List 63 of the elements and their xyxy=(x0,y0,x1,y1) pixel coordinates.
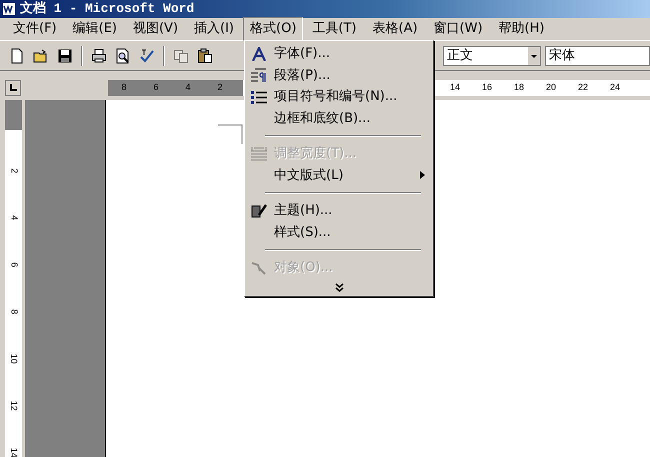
text-boundary-mark xyxy=(218,124,243,144)
ruler-margin-shade xyxy=(5,100,22,130)
paragraph-icon xyxy=(251,68,267,82)
ruler-number: 2 xyxy=(216,81,224,94)
caret-icon xyxy=(528,46,540,64)
adjust-width-icon xyxy=(251,146,267,162)
spelling-check-icon xyxy=(138,48,155,64)
ruler-number: 2 xyxy=(8,168,20,173)
ruler-number: 18 xyxy=(512,81,525,94)
tab-stop-button[interactable] xyxy=(5,80,21,96)
tab-stop-icon xyxy=(9,84,17,92)
menu-item[interactable]: 帮助(H) xyxy=(492,17,552,41)
printer-icon xyxy=(90,48,107,64)
paste-icon xyxy=(196,48,213,64)
ruler-number: 6 xyxy=(8,262,20,267)
menu-option[interactable]: 段落(P)... xyxy=(245,64,433,86)
menu-item[interactable]: 文件(F) xyxy=(6,17,64,41)
font-dropdown[interactable]: 宋体 xyxy=(544,46,650,66)
expand-chevron-icon[interactable] xyxy=(334,282,344,292)
window-title: 文档 1 - Microsoft Word xyxy=(20,0,194,18)
menu-option[interactable]: 主题(H)... xyxy=(245,200,433,222)
menu-item[interactable]: 表格(A) xyxy=(366,17,425,41)
submenu-arrow-icon xyxy=(420,171,425,180)
menu-option[interactable]: 项目符号和编号(N)... xyxy=(245,86,433,108)
ruler-number: 4 xyxy=(184,81,192,94)
ruler-number: 6 xyxy=(152,81,160,94)
menu-item[interactable]: 视图(V) xyxy=(126,17,186,41)
ruler-number: 20 xyxy=(544,81,557,94)
ruler-number: 14 xyxy=(448,81,461,94)
app-icon xyxy=(2,2,16,16)
ruler-number: 8 xyxy=(120,81,128,94)
print-preview-icon xyxy=(114,48,131,64)
menu-item[interactable]: 编辑(E) xyxy=(66,17,124,41)
menu-option[interactable]: 中文版式(L) xyxy=(245,164,433,186)
ruler-number: 4 xyxy=(8,214,20,220)
option-label: 边框和底纹(B)... xyxy=(274,110,370,128)
copy-icon xyxy=(172,48,189,64)
ruler-number: 14 xyxy=(8,447,20,457)
letter-a-icon xyxy=(252,46,266,61)
menu-option[interactable]: 样式(S)... xyxy=(245,222,433,243)
open-folder-icon xyxy=(32,48,49,64)
ruler-number: 22 xyxy=(576,81,589,94)
menu-item[interactable]: 工具(T) xyxy=(305,17,364,41)
ruler-number: 24 xyxy=(608,81,621,94)
option-label: 中文版式(L) xyxy=(274,166,344,184)
option-label: 段落(P)... xyxy=(274,66,330,84)
menu-option[interactable]: 字体(F)... xyxy=(245,43,433,64)
ruler-number: 12 xyxy=(8,400,20,410)
object-icon xyxy=(251,260,267,276)
option-label: 字体(F)... xyxy=(274,45,330,63)
menu-option[interactable]: 边框和底纹(B)... xyxy=(245,108,433,129)
ruler-number: 16 xyxy=(480,81,493,94)
ruler-number: 8 xyxy=(8,308,20,314)
option-label: 样式(S)... xyxy=(274,224,331,242)
style-dropdown[interactable]: 正文 xyxy=(443,46,541,66)
option-label: 主题(H)... xyxy=(274,202,332,220)
bulleted-list-icon xyxy=(251,90,267,104)
menu-item[interactable]: 窗口(W) xyxy=(426,17,490,41)
theme-brush-icon xyxy=(251,203,267,218)
new-document-icon xyxy=(8,48,25,64)
ruler-number: 10 xyxy=(8,353,20,364)
menu-item[interactable]: 插入(I) xyxy=(187,17,242,41)
option-label: 项目符号和编号(N)... xyxy=(274,88,398,106)
